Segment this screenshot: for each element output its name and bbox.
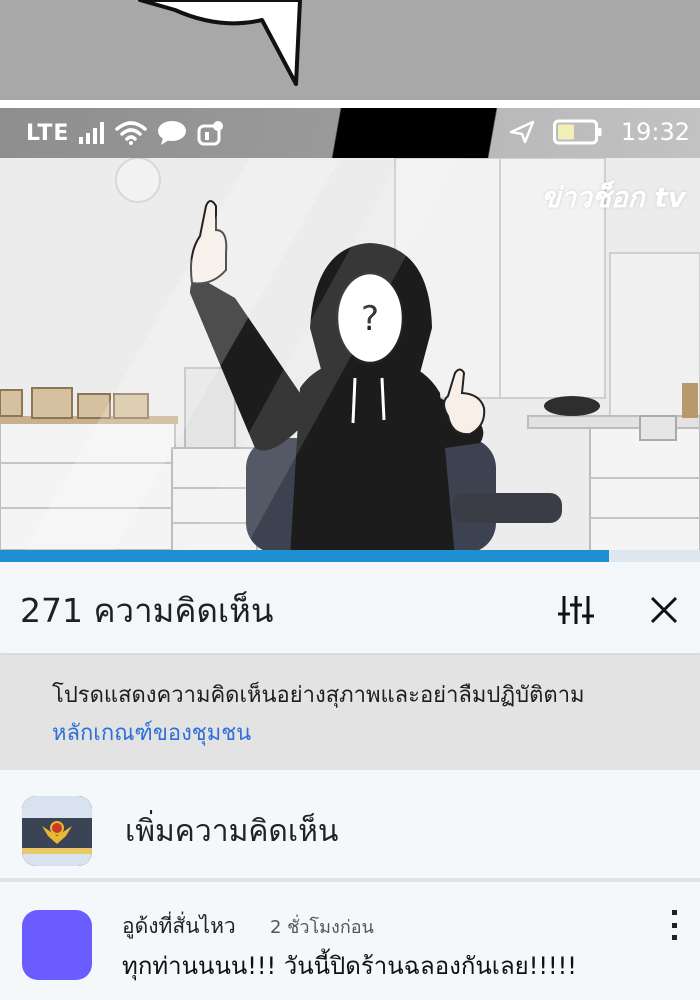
community-notice: โปรดแสดงความคิดเห็นอย่างสุภาพและอย่าลืมป…	[0, 655, 700, 770]
add-comment-input[interactable]: เพิ่มความคิดเห็น	[125, 808, 338, 855]
comment-author[interactable]: อูด้งที่สั่นไหว	[122, 910, 236, 943]
speech-bubble-tail	[0, 0, 700, 108]
add-comment-row[interactable]: เพิ่มความคิดเห็น	[0, 770, 700, 878]
community-guidelines-link[interactable]: หลักเกณฑ์ของชุมชน	[52, 715, 251, 750]
comment-timestamp: 2 ชั่วโมงก่อน	[270, 917, 374, 938]
comment-item: อูด้งที่สั่นไหว 2 ชั่วโมงก่อน ทุกท่านนนน…	[0, 882, 700, 1000]
channel-watermark: ข่าวช็อก tv	[541, 181, 686, 214]
clock: 19:32	[620, 118, 690, 146]
video-player[interactable]: ? ข่าวช็อก tv	[0, 158, 700, 558]
signal-icon	[79, 122, 105, 144]
location-arrow-icon	[509, 120, 535, 144]
wifi-icon	[115, 121, 148, 145]
chat-bubble-icon	[158, 121, 187, 145]
comment-more-options-button[interactable]	[664, 910, 684, 940]
comments-header: 271 ความคิดเห็น	[0, 562, 700, 654]
notice-text: โปรดแสดงความคิดเห็นอย่างสุภาพและอย่าลืมป…	[52, 683, 585, 708]
close-button[interactable]	[644, 592, 684, 628]
comments-sheet: 271 ความคิดเห็น โปรดแสดงความคิดเห็นอย่าง…	[0, 562, 700, 1000]
more-vertical-icon	[671, 910, 677, 915]
video-progress-fill	[0, 550, 609, 562]
sliders-icon	[558, 596, 594, 624]
network-type: LTE	[26, 120, 70, 146]
notification-app-icon	[197, 121, 224, 146]
video-progress-bar[interactable]	[0, 550, 700, 562]
close-icon	[650, 596, 678, 624]
status-bar: LTE 19:32	[0, 108, 700, 158]
comic-panel-top	[0, 0, 700, 108]
battery-icon	[552, 119, 602, 145]
comment-text: ทุกท่านนนน!!! วันนี้ปิดร้านฉลองกันเลย!!!…	[122, 952, 577, 980]
commenter-avatar[interactable]	[22, 910, 92, 980]
sort-filter-button[interactable]	[554, 592, 598, 628]
police-badge-avatar-icon	[22, 796, 92, 866]
comments-count-title: 271 ความคิดเห็น	[20, 591, 274, 630]
user-avatar	[22, 796, 92, 866]
